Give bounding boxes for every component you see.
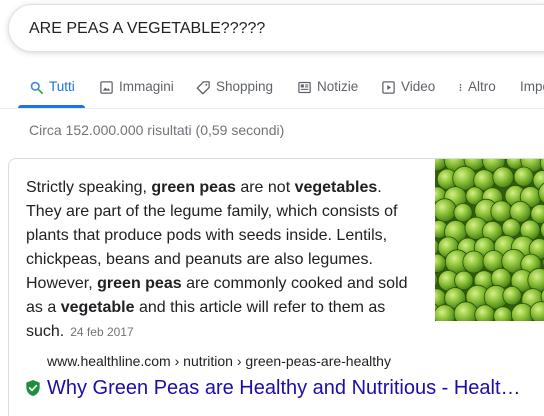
- pea: [492, 166, 514, 189]
- result-cite: www.healthline.com › nutrition › green-p…: [47, 353, 391, 369]
- search-tabs: Tutti Immagini Shopping Notizie Video Al…: [0, 68, 544, 108]
- tag-icon: [196, 81, 210, 95]
- tab-label: Impo: [520, 79, 544, 94]
- result-stats: Circa 152.000.000 risultati (0,59 second…: [29, 122, 285, 138]
- snippet-highlight: vegetable: [60, 299, 135, 316]
- image-icon: [100, 81, 113, 94]
- tab-shopping[interactable]: Shopping: [196, 68, 273, 108]
- tab-label: Tutti: [49, 79, 75, 94]
- snippet-text: are not: [235, 179, 295, 196]
- tab-label: Immagini: [119, 79, 174, 94]
- pea: [502, 285, 522, 306]
- green-peas-photo: [435, 159, 544, 321]
- pea: [501, 218, 521, 238]
- tab-images[interactable]: Immagini: [99, 68, 174, 108]
- tab-label: Video: [401, 79, 436, 94]
- snippet-highlight: green peas: [97, 275, 182, 292]
- tab-label: Shopping: [216, 79, 274, 94]
- search-box[interactable]: [8, 4, 544, 52]
- tab-all[interactable]: Tutti: [29, 68, 75, 108]
- tab-label: Altro: [468, 79, 496, 94]
- result-title-row: Why Green Peas are Healthy and Nutritiou…: [25, 375, 531, 401]
- search-input[interactable]: [29, 19, 544, 39]
- tab-settings[interactable]: Impo: [520, 68, 544, 108]
- snippet-date: 24 feb 2017: [70, 325, 134, 339]
- search-icon: [30, 81, 43, 94]
- result-title-link[interactable]: Why Green Peas are Healthy and Nutritiou…: [47, 377, 531, 400]
- play-icon: [382, 81, 395, 94]
- pea: [435, 198, 457, 223]
- pea: [454, 270, 474, 291]
- pea: [474, 304, 496, 321]
- newspaper-icon: [298, 81, 311, 94]
- snippet-highlight: vegetables: [294, 179, 378, 196]
- snippet-text: Strictly speaking,: [26, 179, 152, 196]
- snippet-highlight: green peas: [151, 179, 236, 196]
- green-peas-image[interactable]: [435, 159, 544, 321]
- pea: [513, 166, 534, 187]
- verified-shield-icon: [26, 380, 40, 396]
- featured-snippet-text: Strictly speaking, green peas are not ve…: [26, 176, 418, 344]
- tab-news[interactable]: Notizie: [297, 68, 358, 108]
- more-vertical-icon: [459, 84, 462, 91]
- tab-label: Notizie: [317, 79, 359, 94]
- tabs-divider: [0, 108, 544, 109]
- tab-more[interactable]: Altro: [456, 68, 496, 108]
- tab-video[interactable]: Video: [381, 68, 435, 108]
- featured-snippet-card: Strictly speaking, green peas are not ve…: [8, 158, 544, 416]
- pea: [453, 301, 479, 321]
- pea: [493, 306, 513, 321]
- pea: [462, 250, 486, 274]
